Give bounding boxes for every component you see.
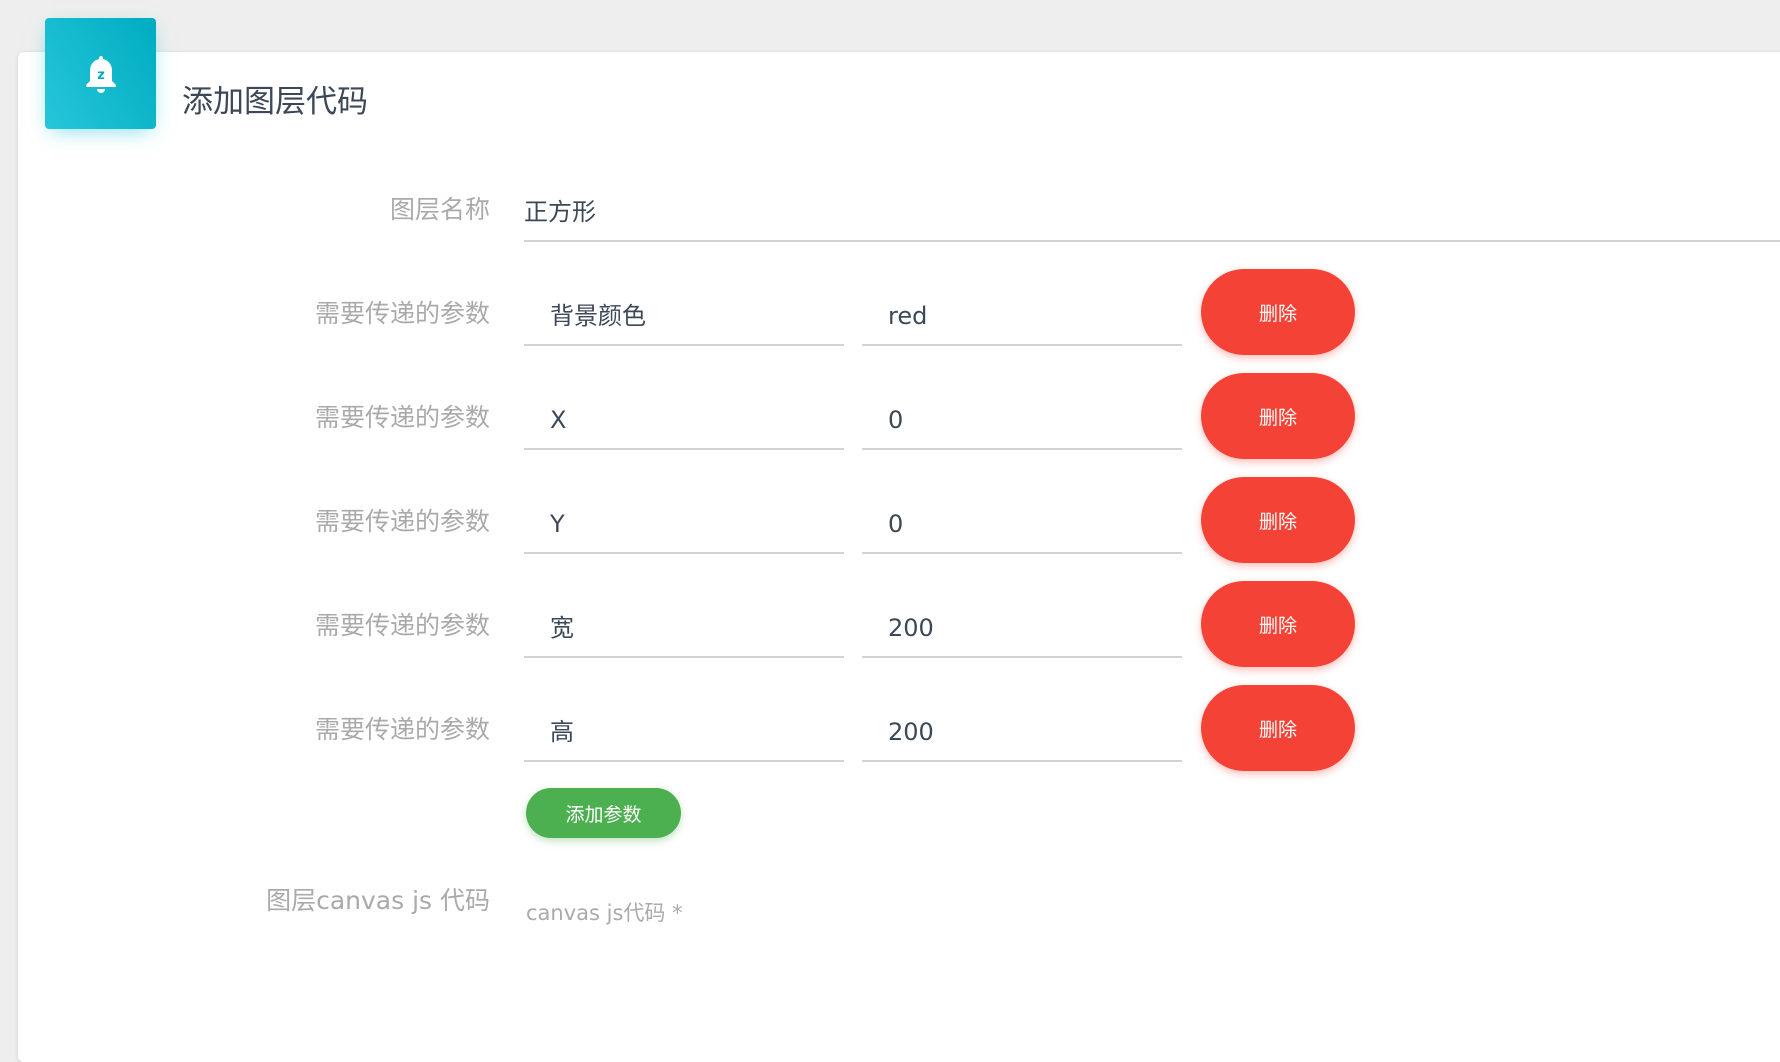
param-value-field[interactable]: 0 [862, 492, 1182, 554]
delete-param-button[interactable]: 删除 [1201, 477, 1355, 563]
canvas-code-input[interactable]: canvas js代码 * [526, 898, 683, 928]
param-value-field[interactable]: 200 [862, 596, 1182, 658]
param-key-value: 高 [550, 718, 574, 746]
add-param-button[interactable]: 添加参数 [526, 788, 681, 838]
param-value-field[interactable]: red [862, 284, 1182, 346]
param-label: 需要传递的参数 [314, 403, 490, 432]
param-label: 需要传递的参数 [314, 715, 490, 744]
param-key-value: 背景颜色 [550, 302, 646, 330]
delete-param-button[interactable]: 删除 [1201, 581, 1355, 667]
param-label: 需要传递的参数 [314, 299, 490, 328]
param-value-value: 0 [888, 406, 904, 434]
param-key-field[interactable]: Y [524, 492, 844, 554]
layer-name-field[interactable]: 正方形 [524, 180, 1780, 242]
delete-param-button[interactable]: 删除 [1201, 373, 1355, 459]
param-key-value: X [550, 406, 567, 434]
param-value-value: 200 [888, 614, 934, 642]
param-label: 需要传递的参数 [314, 611, 490, 640]
param-value-value: 200 [888, 718, 934, 746]
param-value-field[interactable]: 200 [862, 700, 1182, 762]
card-header-icon: z [45, 18, 156, 129]
param-key-field[interactable]: X [524, 388, 844, 450]
delete-param-button[interactable]: 删除 [1201, 269, 1355, 355]
param-key-value: 宽 [550, 614, 574, 642]
param-key-value: Y [550, 510, 565, 538]
canvas-code-label: 图层canvas js 代码 [266, 886, 490, 915]
param-label: 需要传递的参数 [314, 507, 490, 536]
param-value-value: 0 [888, 510, 904, 538]
layer-name-label: 图层名称 [389, 195, 490, 224]
delete-param-button[interactable]: 删除 [1201, 685, 1355, 771]
card-title: 添加图层代码 [182, 84, 368, 120]
bell-icon: z [85, 55, 116, 93]
param-key-field[interactable]: 宽 [524, 596, 844, 658]
param-key-field[interactable]: 背景颜色 [524, 284, 844, 346]
param-value-value: red [888, 302, 928, 330]
param-value-field[interactable]: 0 [862, 388, 1182, 450]
layer-name-value: 正方形 [524, 198, 596, 226]
bell-badge-letter: z [97, 68, 105, 83]
param-key-field[interactable]: 高 [524, 700, 844, 762]
